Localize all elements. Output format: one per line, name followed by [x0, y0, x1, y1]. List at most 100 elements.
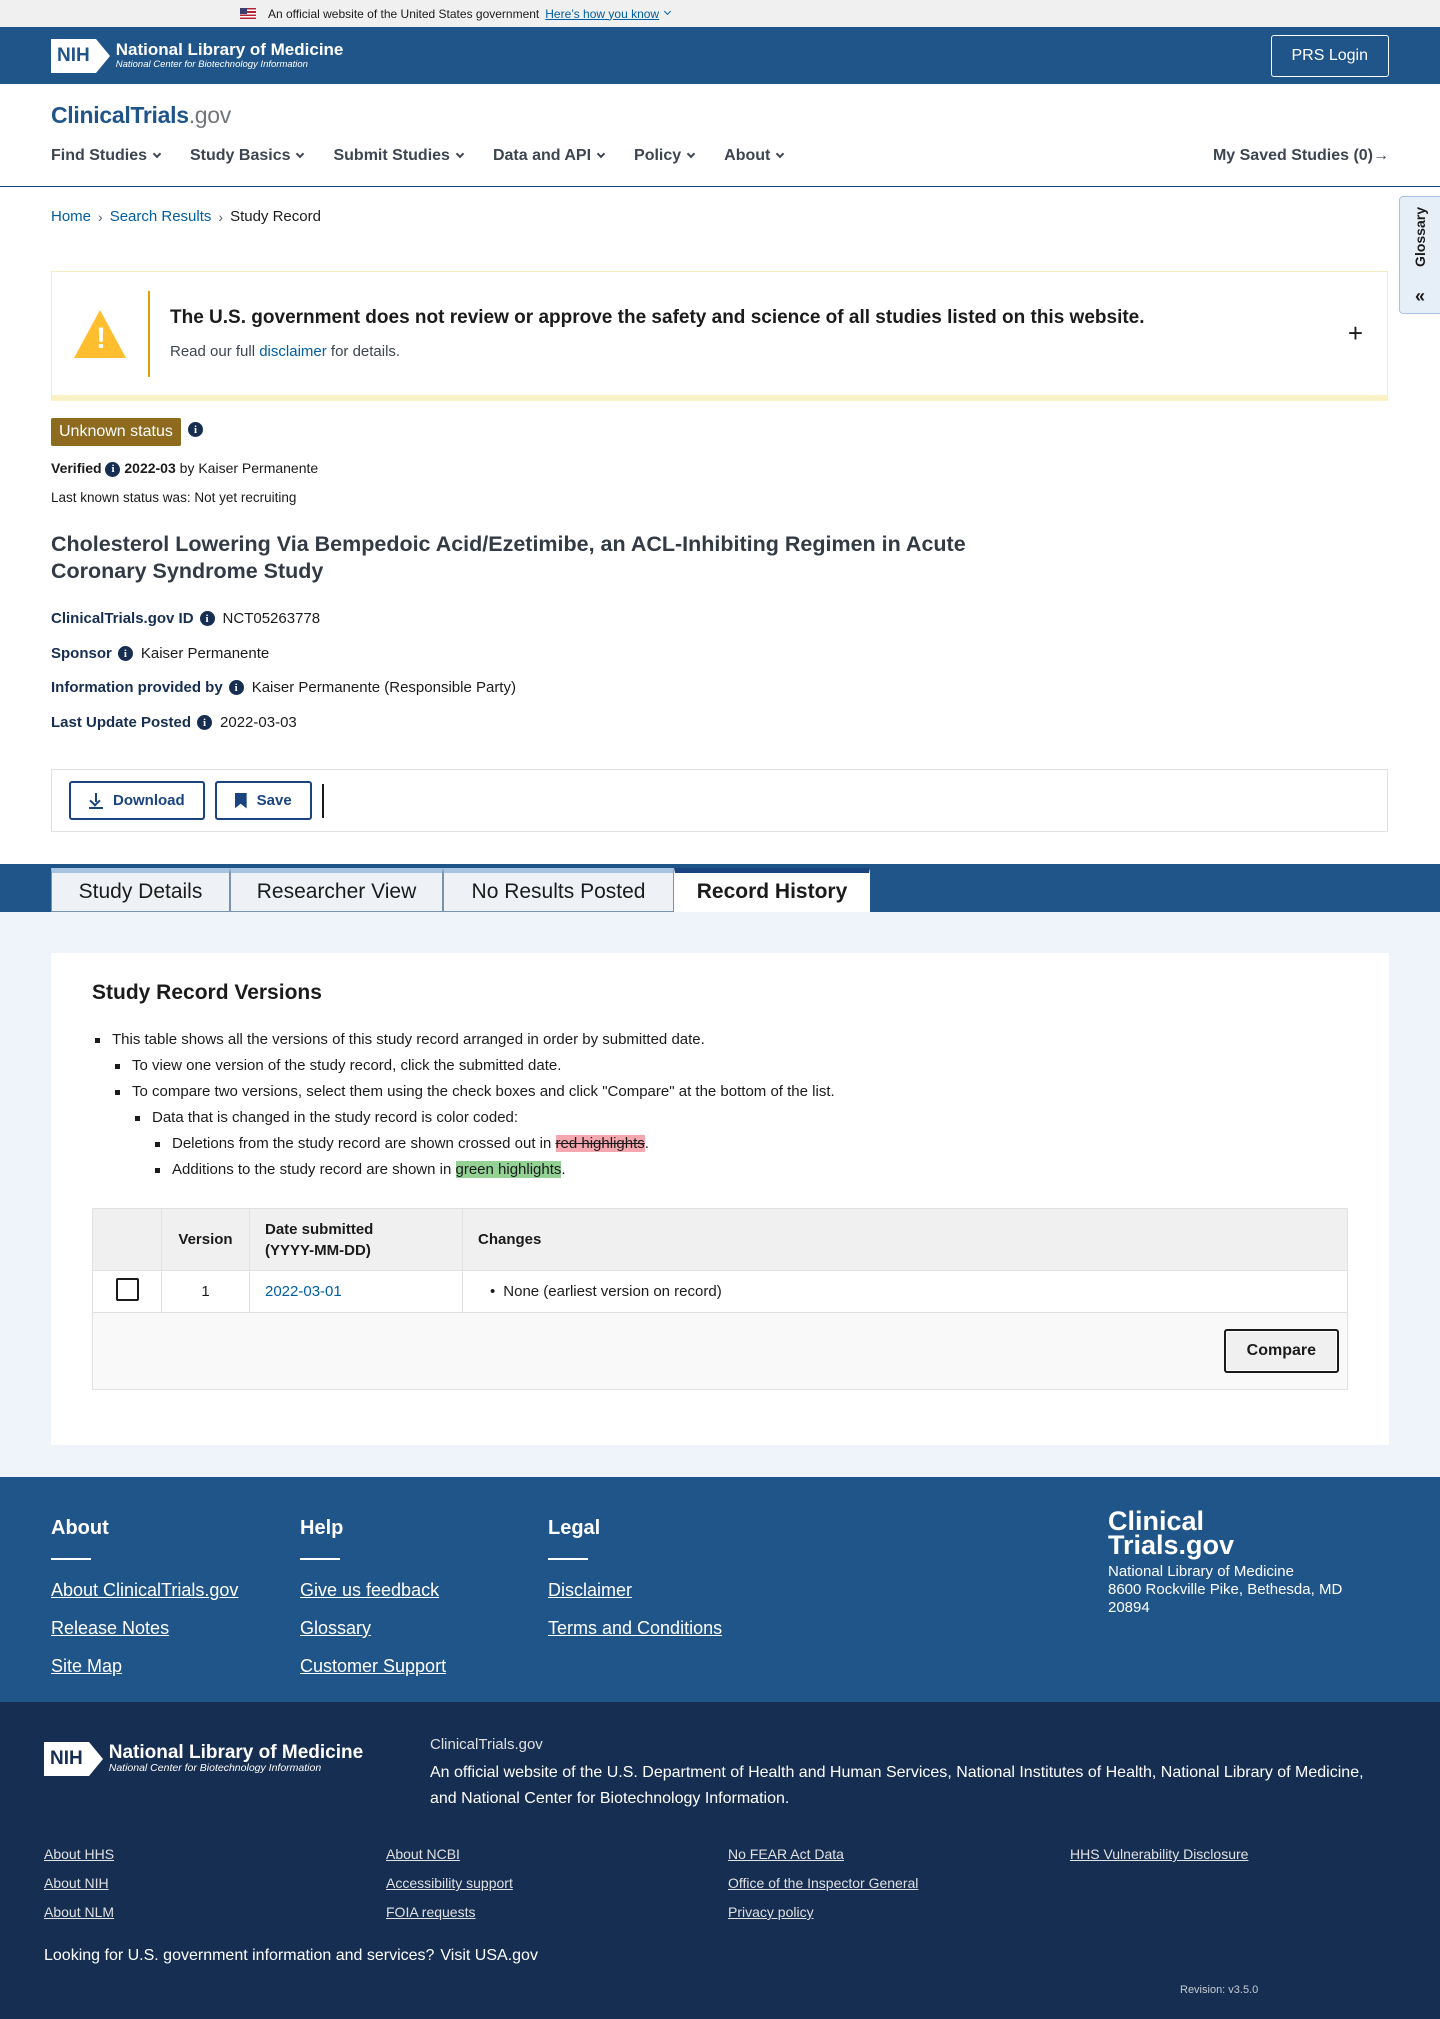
- nlm-title: National Library of Medicine: [115, 39, 344, 59]
- gov-banner: An official website of the United States…: [0, 0, 1440, 27]
- instructions-list: This table shows all the versions of thi…: [92, 1027, 835, 1183]
- footer-link[interactable]: HHS Vulnerability Disclosure: [1070, 1846, 1248, 1862]
- nav-about[interactable]: About: [724, 147, 785, 165]
- footer-link[interactable]: Give us feedback: [300, 1578, 446, 1603]
- clinicaltrials-footer-logo[interactable]: Clinical Trials.gov: [1108, 1508, 1342, 1559]
- ncbi-subtitle: National Center for Biotechnology Inform…: [115, 58, 308, 70]
- nav-study-basics[interactable]: Study Basics: [190, 147, 305, 165]
- footer-link[interactable]: About HHS: [44, 1846, 114, 1862]
- download-icon: [89, 792, 103, 809]
- footer-link[interactable]: About NLM: [44, 1904, 114, 1920]
- chevron-down-icon: [776, 149, 785, 159]
- footer-link[interactable]: About NCBI: [386, 1846, 460, 1862]
- chevron-down-icon: [152, 149, 162, 159]
- nlm-footer-logo[interactable]: NIH National Library of Medicine Nationa…: [44, 1742, 363, 1776]
- info-icon[interactable]: i: [117, 646, 133, 661]
- tab-record-history[interactable]: Record History: [674, 868, 870, 912]
- footer-link[interactable]: About ClinicalTrials.gov: [51, 1578, 238, 1603]
- section-heading: Study Record Versions: [92, 981, 322, 1004]
- list-item: Data that is changed in the study record…: [132, 1105, 835, 1131]
- tab-no-results-posted[interactable]: No Results Posted: [443, 868, 674, 912]
- heres-how-you-know-link[interactable]: Here’s how you know: [545, 7, 659, 21]
- nih-logo-icon: NIH: [51, 38, 110, 73]
- nlm-link[interactable]: National Library of Medicine: [1161, 1764, 1359, 1781]
- select-column-header: [92, 1208, 162, 1271]
- chevron-right-icon: ›: [98, 208, 103, 225]
- versions-table: Version Date submitted (YYYY-MM-DD) Chang…: [92, 1208, 1348, 1390]
- footer-site-name: ClinicalTrials.gov: [430, 1736, 543, 1753]
- tab-researcher-view[interactable]: Researcher View: [230, 868, 443, 912]
- version-column-header: Version: [161, 1208, 250, 1271]
- divider: [321, 783, 324, 818]
- version-number: 1: [161, 1270, 250, 1313]
- usa-gov-text: Looking for U.S. government information …: [44, 1947, 538, 1964]
- action-bar: Download Save: [51, 769, 1388, 832]
- list-item: This table shows all the versions of thi…: [92, 1027, 835, 1053]
- last-known-status: Last known status was: Not yet recruitin…: [51, 490, 297, 505]
- footer-link[interactable]: Accessibility support: [386, 1875, 513, 1891]
- nav-data-and-api[interactable]: Data and API: [493, 147, 606, 165]
- sponsor-row: Sponsor i Kaiser Permanente: [51, 645, 270, 662]
- footer-address: National Library of Medicine 8600 Rockvil…: [1108, 1563, 1343, 1616]
- tab-study-details[interactable]: Study Details: [51, 868, 230, 912]
- date-column-header: Date submitted (YYYY-MM-DD): [249, 1208, 463, 1271]
- footer-link[interactable]: Customer Support: [300, 1654, 446, 1679]
- footer-link[interactable]: Glossary: [300, 1616, 446, 1641]
- clinicaltrials-logo[interactable]: ClinicalTrials.gov: [51, 102, 231, 129]
- breadcrumb-home[interactable]: Home: [51, 208, 91, 225]
- ncbi-link[interactable]: National Center for Biotechnology Inform…: [461, 1790, 785, 1807]
- footer-link[interactable]: About NIH: [44, 1875, 109, 1891]
- footer-link[interactable]: FOIA requests: [386, 1904, 475, 1920]
- nav-submit-studies[interactable]: Submit Studies: [333, 147, 465, 165]
- study-record-versions-card: Study Record Versions This table shows a…: [51, 953, 1389, 1445]
- chevron-right-icon: ›: [218, 208, 224, 225]
- expand-icon[interactable]: +: [1348, 318, 1363, 349]
- disclaimer-link[interactable]: disclaimer: [259, 343, 327, 360]
- footer-link[interactable]: Site Map: [51, 1654, 238, 1679]
- version-date-link[interactable]: 2022-03-01: [265, 1283, 342, 1300]
- chevron-down-icon: [596, 149, 606, 159]
- footer-link[interactable]: Release Notes: [51, 1616, 238, 1641]
- nlm-header: NIH National Library of Medicine Nationa…: [0, 27, 1440, 84]
- info-icon[interactable]: i: [199, 611, 215, 626]
- my-saved-studies-link[interactable]: My Saved Studies (0)→: [1213, 147, 1389, 165]
- footer-help-column: Help Give us feedback Glossary Customer …: [300, 1517, 446, 1692]
- table-row: 1 2022-03-01 • None (earliest version on …: [92, 1270, 1348, 1313]
- breadcrumb-current: Study Record: [230, 208, 321, 225]
- verified-line: Verified i 2022-03 by Kaiser Permanente: [51, 460, 319, 477]
- compare-row: Compare: [92, 1312, 1348, 1390]
- nih-logo-icon: NIH: [44, 1742, 103, 1776]
- nav-policy[interactable]: Policy: [634, 147, 696, 165]
- us-flag-icon: [240, 8, 256, 19]
- alert-body: Read our full disclaimer for details.: [170, 343, 401, 360]
- disclaimer-alert: ! The U.S. government does not review or…: [51, 271, 1388, 401]
- footer-link[interactable]: Terms and Conditions: [548, 1616, 722, 1641]
- save-button[interactable]: Save: [214, 781, 312, 820]
- nav-find-studies[interactable]: Find Studies: [51, 147, 162, 165]
- info-icon[interactable]: i: [105, 461, 121, 477]
- info-icon[interactable]: i: [228, 680, 244, 695]
- footer-link[interactable]: Office of the Inspector General: [728, 1875, 918, 1891]
- status-badge: Unknown status: [51, 418, 181, 446]
- nlm-footer: NIH National Library of Medicine Nationa…: [0, 1702, 1440, 2019]
- download-button[interactable]: Download: [69, 781, 205, 820]
- compare-button[interactable]: Compare: [1223, 1329, 1339, 1373]
- nlm-logo[interactable]: NIH National Library of Medicine Nationa…: [51, 38, 344, 73]
- gov-banner-text: An official website of the United States…: [268, 6, 540, 21]
- green-highlight-sample: green highlights: [455, 1161, 562, 1178]
- hhs-link[interactable]: U.S. Department of Health and Human Serv…: [607, 1764, 948, 1781]
- red-highlight-sample: red highlights: [555, 1135, 645, 1152]
- footer-link[interactable]: No FEAR Act Data: [728, 1846, 844, 1862]
- prs-login-button[interactable]: PRS Login: [1270, 34, 1389, 77]
- visit-usa-gov-link[interactable]: Visit USA.gov: [440, 1947, 538, 1964]
- info-icon[interactable]: i: [197, 715, 213, 730]
- glossary-tab[interactable]: Glossary «: [1399, 196, 1440, 314]
- info-icon[interactable]: i: [188, 422, 203, 437]
- warning-icon: !: [74, 309, 126, 358]
- breadcrumb-search-results[interactable]: Search Results: [110, 208, 212, 225]
- footer-link[interactable]: Disclaimer: [548, 1578, 722, 1603]
- nih-link[interactable]: National Institutes of Health: [956, 1764, 1152, 1781]
- footer-link[interactable]: Privacy policy: [728, 1904, 814, 1920]
- version-checkbox[interactable]: [115, 1278, 139, 1301]
- list-item: Deletions from the study record are show…: [152, 1131, 835, 1157]
